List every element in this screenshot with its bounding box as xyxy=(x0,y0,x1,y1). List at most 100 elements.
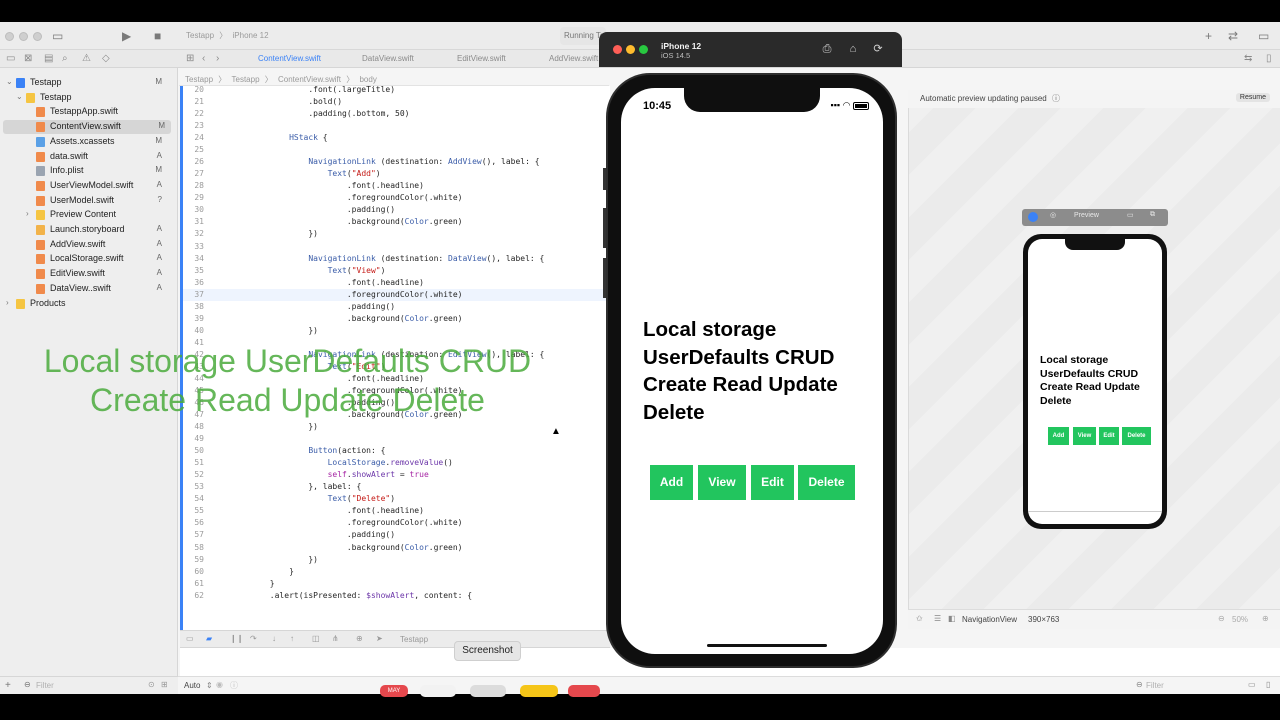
memory-graph-icon[interactable]: ⋔ xyxy=(332,634,339,643)
review-changes-icon[interactable]: ⇄ xyxy=(1228,29,1238,43)
calendar-dock-icon[interactable]: MAY xyxy=(380,685,408,697)
info-icon[interactable]: ⓘ xyxy=(1052,93,1060,104)
view-button[interactable]: View xyxy=(698,465,746,500)
jump-bar-file[interactable]: ContentView.swift xyxy=(278,75,341,84)
add-button[interactable]: Add xyxy=(650,465,693,500)
jump-bar-project[interactable]: Testapp xyxy=(185,75,213,84)
hide-debug-area-icon[interactable]: ▭ xyxy=(186,634,194,643)
navigator-item[interactable]: › Preview Content xyxy=(0,208,176,222)
disclosure-closed-icon[interactable]: › xyxy=(26,209,29,218)
duplicate-icon[interactable]: ⧉ xyxy=(1150,211,1155,219)
navigator-item[interactable]: UserViewModel.swift A xyxy=(0,179,176,193)
zoom-level[interactable]: 50% xyxy=(1232,615,1248,624)
zoom-in-icon[interactable]: ⊕ xyxy=(1262,614,1269,623)
preview-edit-button[interactable]: Edit xyxy=(1099,427,1119,445)
inspector-toggle-icon[interactable]: ▭ xyxy=(1258,29,1269,43)
music-dock-icon[interactable] xyxy=(568,685,600,697)
source-control-filter-icon[interactable]: ⊞ xyxy=(161,680,168,689)
simulator-zoom-button[interactable] xyxy=(639,45,648,54)
breakpoints-icon[interactable]: ▰ xyxy=(206,634,212,643)
navigator-item[interactable]: ⌄ Testapp xyxy=(0,91,176,105)
add-icon[interactable]: + xyxy=(1205,29,1212,43)
add-file-icon[interactable]: + xyxy=(5,680,11,691)
zoom-window-button[interactable] xyxy=(33,32,42,41)
simulator-close-button[interactable] xyxy=(613,45,622,54)
navigator-item[interactable]: TestappApp.swift xyxy=(0,105,176,119)
preview-delete-button[interactable]: Delete xyxy=(1122,427,1151,445)
disclosure-open-icon[interactable]: ⌄ xyxy=(6,77,13,86)
info-icon[interactable]: ⓘ xyxy=(230,680,238,691)
step-out-icon[interactable]: ↑ xyxy=(290,634,294,643)
simulator-minimize-button[interactable] xyxy=(626,45,635,54)
navigator-item[interactable]: Launch.storyboard A xyxy=(0,223,176,237)
symbol-navigator-icon[interactable]: ▤ xyxy=(44,53,53,64)
jump-bar-folder[interactable]: Testapp xyxy=(232,75,260,84)
navigator-item[interactable]: ⌄ Testapp M xyxy=(0,76,176,90)
trash-icon[interactable]: ▭ xyxy=(1248,680,1256,689)
tab-editview[interactable]: EditView.swift xyxy=(457,54,506,63)
split-editor-icon[interactable]: ⇆ xyxy=(1244,53,1252,64)
navigator-item[interactable]: › Products xyxy=(0,297,176,311)
forward-icon[interactable]: › xyxy=(216,53,219,64)
step-over-icon[interactable]: ↷ xyxy=(250,634,257,643)
step-in-icon[interactable]: ↓ xyxy=(272,634,276,643)
reminders-dock-icon[interactable] xyxy=(420,685,456,697)
source-control-icon[interactable]: ⊠ xyxy=(24,53,32,64)
grid-icon[interactable]: ⊞ xyxy=(186,53,194,64)
find-navigator-icon[interactable]: ⌕ xyxy=(62,53,68,64)
navigator-item[interactable]: EditView.swift A xyxy=(0,267,176,281)
tab-dataview[interactable]: DataView.swift xyxy=(362,54,414,63)
tab-addview[interactable]: AddView.swift xyxy=(549,54,598,63)
scheme-selector[interactable]: Testapp 〉 iPhone 12 xyxy=(186,30,269,41)
pause-icon[interactable]: ❙❙ xyxy=(230,634,243,643)
recent-files-icon[interactable]: ⊙ xyxy=(148,680,155,689)
notes-dock-icon[interactable] xyxy=(520,685,558,697)
navigator-item[interactable]: ContentView.swift M xyxy=(3,120,171,135)
console-mode-select[interactable]: Auto xyxy=(184,681,200,690)
preview-view-button[interactable]: View xyxy=(1073,427,1096,445)
zoom-out-icon[interactable]: ⊖ xyxy=(1218,614,1225,623)
tab-contentview[interactable]: ContentView.swift xyxy=(258,54,321,63)
edit-button[interactable]: Edit xyxy=(751,465,794,500)
back-icon[interactable]: ‹ xyxy=(202,53,205,64)
navigator-item[interactable]: data.swift A xyxy=(0,150,176,164)
jump-bar-symbol[interactable]: body xyxy=(359,75,376,84)
stop-icon[interactable]: ■ xyxy=(154,29,161,43)
panel-icon[interactable]: ▯ xyxy=(1266,680,1270,689)
test-navigator-icon[interactable]: ◇ xyxy=(102,53,110,64)
inspect-icon[interactable]: ◎ xyxy=(1050,211,1056,219)
navigator-item[interactable]: AddView.swift A xyxy=(0,238,176,252)
disclosure-open-icon[interactable]: ⌄ xyxy=(16,92,23,101)
close-window-button[interactable] xyxy=(5,32,14,41)
navigator-item[interactable]: Assets.xcassets M xyxy=(0,135,176,149)
pin-icon[interactable]: ✩ xyxy=(916,614,923,623)
live-preview-icon[interactable] xyxy=(1028,212,1038,222)
view-debugger-icon[interactable]: ◫ xyxy=(312,634,320,643)
variants-icon[interactable]: ☰ xyxy=(934,614,941,623)
sidebar-toggle-icon[interactable]: ▭ xyxy=(52,29,63,43)
preview-add-button[interactable]: Add xyxy=(1048,427,1069,445)
rotate-icon[interactable]: ⟳ xyxy=(871,42,885,56)
screenshot-dock-icon[interactable] xyxy=(470,685,506,697)
navigator-item[interactable]: UserModel.swift? xyxy=(0,194,176,208)
run-icon[interactable]: ▶ xyxy=(122,29,131,43)
environment-icon[interactable]: ⊕ xyxy=(356,634,363,643)
navigator-filter-input[interactable]: Filter xyxy=(36,681,54,690)
device-settings-icon[interactable]: ▭ xyxy=(1127,211,1134,219)
resume-button[interactable]: Resume xyxy=(1235,93,1270,102)
navigator-item[interactable]: DataView..swift A xyxy=(0,282,176,296)
navigator-item[interactable]: Info.plist M xyxy=(0,164,176,178)
screenshot-icon[interactable]: ⎙ xyxy=(820,42,834,56)
eye-icon[interactable]: ◉ xyxy=(216,680,223,689)
location-icon[interactable]: ➤ xyxy=(376,634,383,643)
editor-options-icon[interactable]: ▯ xyxy=(1266,53,1272,64)
issue-navigator-icon[interactable]: ⚠ xyxy=(82,53,91,64)
disclosure-closed-icon[interactable]: › xyxy=(6,298,9,307)
navigator-item[interactable]: LocalStorage.swift A xyxy=(0,252,176,266)
minimize-window-button[interactable] xyxy=(19,32,28,41)
folder-navigator-icon[interactable]: ▭ xyxy=(6,53,15,64)
home-icon[interactable]: ⌂ xyxy=(846,42,860,56)
delete-button[interactable]: Delete xyxy=(798,465,855,500)
preview-label[interactable]: Preview xyxy=(1074,212,1099,219)
console-filter-input[interactable]: Filter xyxy=(1146,681,1164,690)
